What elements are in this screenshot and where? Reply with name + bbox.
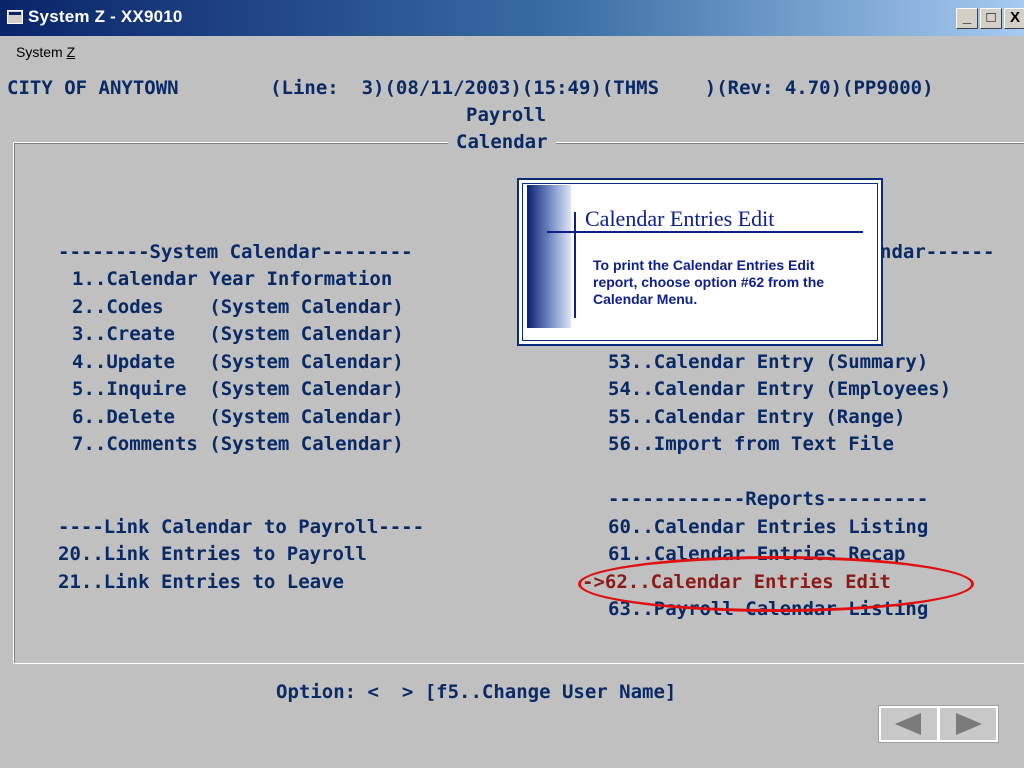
screen-title: Calendar [448, 131, 556, 153]
reports-heading: ------------Reports--------- [608, 488, 929, 510]
previous-slide-button[interactable] [881, 708, 937, 740]
menu-bar: System Z [0, 36, 1024, 68]
callout-body: To print the Calendar Entries Edit repor… [593, 257, 825, 307]
close-button[interactable]: X [1004, 8, 1024, 29]
next-slide-button[interactable] [940, 708, 996, 740]
module-title: Payroll [466, 104, 547, 126]
menu-option[interactable]: 55..Calendar Entry (Range) [608, 406, 905, 428]
system-calendar-heading: --------System Calendar-------- [58, 241, 413, 263]
menu-option[interactable]: 4..Update (System Calendar) [72, 351, 404, 373]
callout-vertical-rule [574, 212, 576, 318]
slide-navigation [878, 705, 999, 743]
menu-option[interactable]: 1..Calendar Year Information [72, 268, 392, 290]
menu-option[interactable]: 56..Import from Text File [608, 433, 894, 455]
calendar-entries-heading: ndar------ [880, 241, 995, 263]
window-icon[interactable] [7, 10, 23, 24]
callout-box: Calendar Entries Edit To print the Calen… [517, 178, 883, 346]
option-prompt[interactable]: Option: < > [f5..Change User Name] [276, 681, 676, 703]
window-title: System Z - XX9010 [28, 7, 183, 26]
menu-option[interactable]: 21..Link Entries to Leave [58, 571, 344, 593]
highlight-ellipse [578, 556, 974, 612]
menu-option[interactable]: 20..Link Entries to Payroll [58, 543, 367, 565]
menu-system[interactable]: System Z [16, 44, 75, 60]
link-calendar-heading: ----Link Calendar to Payroll---- [58, 516, 425, 538]
maximize-button[interactable]: □ [980, 8, 1002, 29]
callout-gradient-bar [527, 185, 571, 328]
minimize-button[interactable]: _ [956, 8, 978, 29]
menu-system-hotkey: Z [66, 44, 76, 60]
menu-option[interactable]: 5..Inquire (System Calendar) [72, 378, 404, 400]
menu-option[interactable]: 2..Codes (System Calendar) [72, 296, 404, 318]
arrow-left-icon [895, 713, 921, 735]
menu-option[interactable]: 6..Delete (System Calendar) [72, 406, 404, 428]
callout-title: Calendar Entries Edit [585, 206, 775, 231]
menu-option[interactable]: 60..Calendar Entries Listing [608, 516, 928, 538]
title-bar: System Z - XX9010 _ □ X [0, 0, 1024, 36]
menu-system-label: System [16, 44, 67, 60]
arrow-right-icon [956, 713, 982, 735]
menu-option[interactable]: 54..Calendar Entry (Employees) [608, 378, 951, 400]
status-line: CITY OF ANYTOWN (Line: 3)(08/11/2003)(15… [7, 77, 934, 99]
menu-option[interactable]: 3..Create (System Calendar) [72, 323, 404, 345]
menu-option[interactable]: 53..Calendar Entry (Summary) [608, 351, 928, 373]
menu-option[interactable]: 7..Comments (System Calendar) [72, 433, 404, 455]
